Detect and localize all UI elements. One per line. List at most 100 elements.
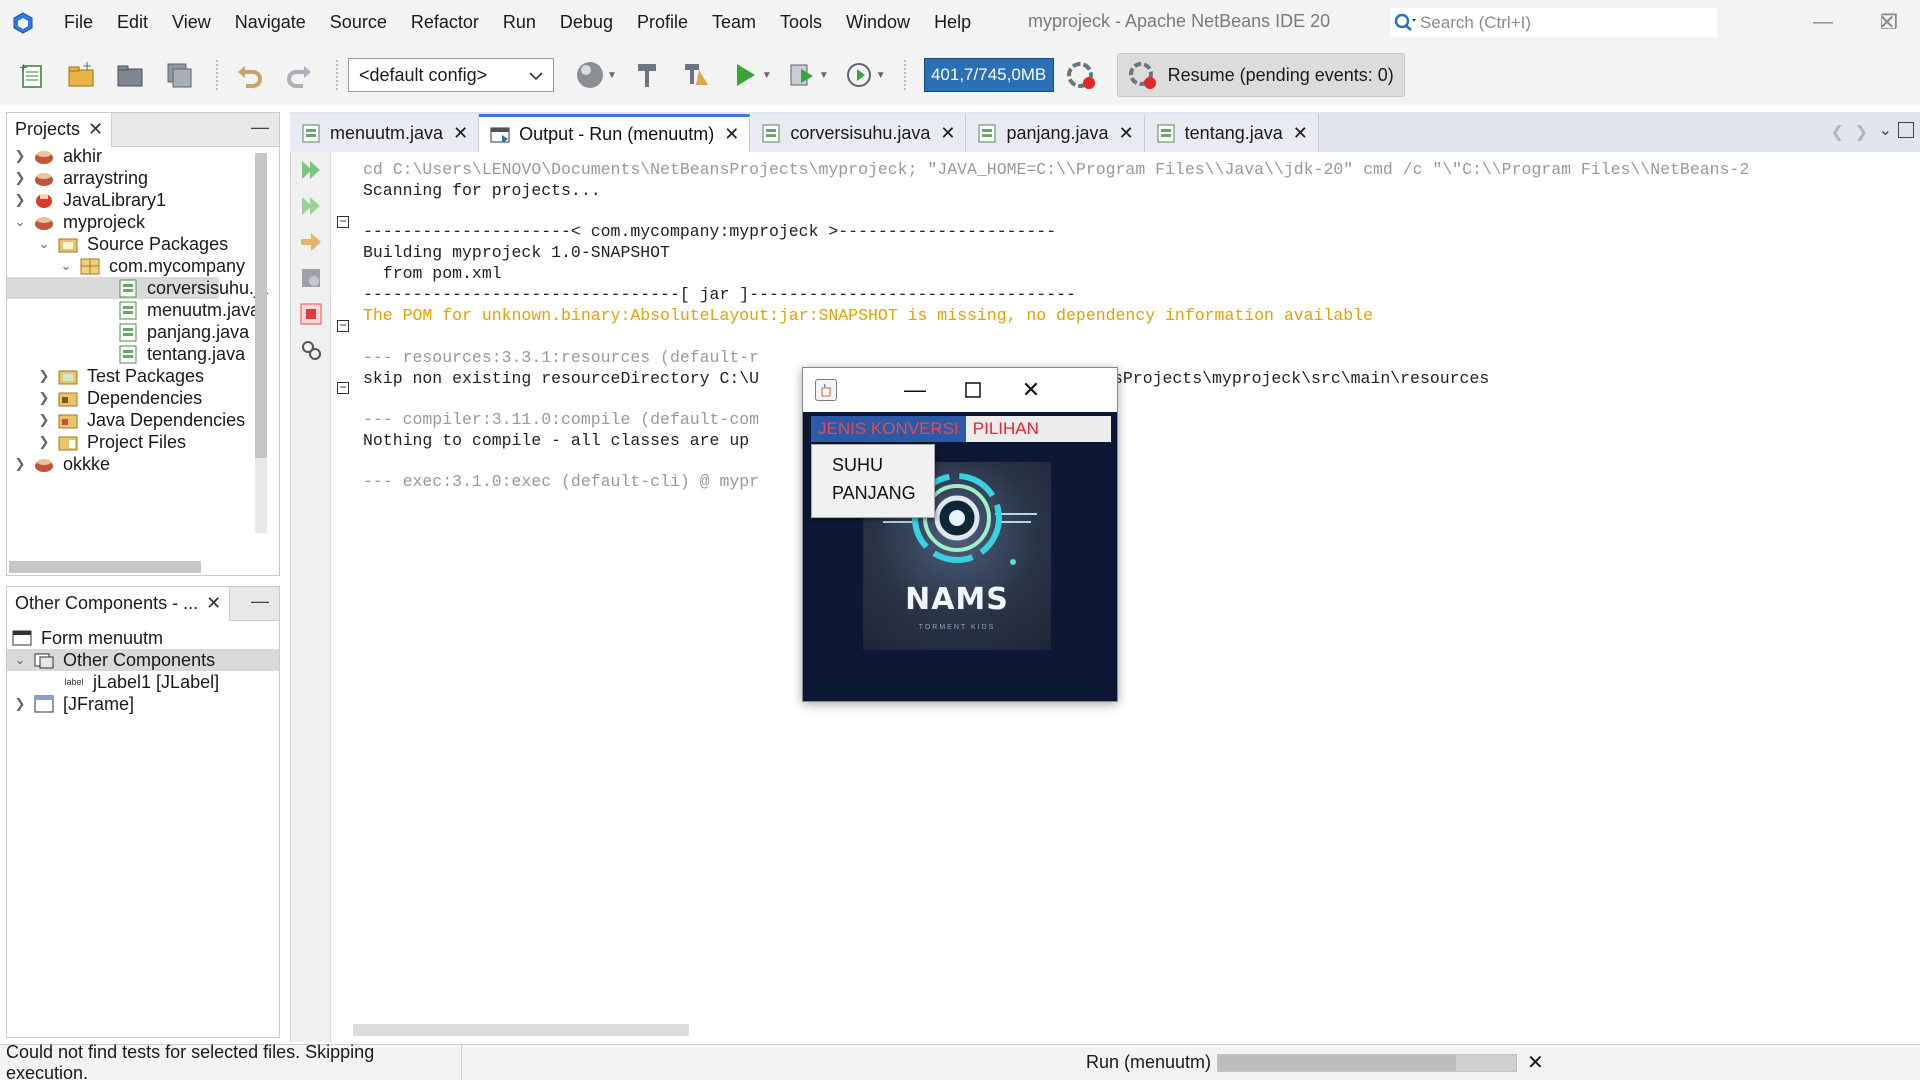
chevron-down-icon[interactable]: ⌄ bbox=[13, 214, 27, 230]
fold-toggle[interactable]: − bbox=[337, 215, 349, 228]
close-icon[interactable]: ✕ bbox=[206, 593, 221, 614]
menu-item-panjang[interactable]: PANJANG bbox=[812, 479, 934, 507]
tree-item-java-dependencies[interactable]: ❯ Java Dependencies bbox=[37, 409, 246, 431]
menu-profile[interactable]: Profile bbox=[625, 12, 700, 33]
menu-team[interactable]: Team bbox=[700, 12, 768, 33]
minimize-panel-icon[interactable]: — bbox=[251, 591, 269, 612]
fold-toggle[interactable]: − bbox=[337, 381, 349, 394]
menu-source[interactable]: Source bbox=[318, 12, 399, 33]
tab-tentang-java[interactable]: tentang.java ✕ bbox=[1144, 114, 1319, 152]
tree-item-jlabel1[interactable]: label jLabel1 [JLabel] bbox=[63, 671, 219, 693]
tree-item-test-packages[interactable]: ❯ Test Packages bbox=[37, 365, 205, 387]
tree-item-project-files[interactable]: ❯ Project Files bbox=[37, 431, 186, 453]
menu-file[interactable]: File bbox=[52, 12, 105, 33]
tree-item-source-packages[interactable]: ⌄ Source Packages bbox=[37, 233, 229, 255]
rerun-button[interactable] bbox=[297, 156, 325, 184]
chevron-right-icon[interactable]: ❯ bbox=[13, 148, 27, 164]
scrollbar-thumb[interactable] bbox=[255, 153, 267, 458]
tree-item-myprojeck[interactable]: ⌄ myprojeck bbox=[13, 211, 145, 233]
tree-item-menuutm[interactable]: menuutm.java bbox=[117, 299, 260, 321]
memory-meter[interactable]: 401,7/745,0MB bbox=[923, 58, 1054, 92]
profile-caret-icon[interactable]: ▼ bbox=[876, 70, 886, 81]
chevron-down-icon[interactable]: ⌄ bbox=[37, 236, 51, 252]
new-project-button[interactable]: + bbox=[59, 53, 103, 97]
tree-item-javalibrary1[interactable]: ❯ JavaLibrary1 bbox=[13, 189, 167, 211]
menu-window[interactable]: Window bbox=[834, 12, 922, 33]
menu-run[interactable]: Run bbox=[491, 12, 548, 33]
chevron-right-icon[interactable]: ❯ bbox=[37, 412, 51, 428]
close-icon[interactable]: ✕ bbox=[940, 123, 955, 144]
chevron-down-icon[interactable]: ⌄ bbox=[13, 652, 27, 668]
app-menu-pilihan[interactable]: PILIHAN bbox=[966, 416, 1046, 442]
tree-item-other-components[interactable]: ⌄ Other Components bbox=[7, 649, 279, 671]
close-icon[interactable]: ✕ bbox=[453, 123, 468, 144]
app-window-titlebar[interactable]: — ✕ bbox=[803, 368, 1117, 412]
undo-button[interactable] bbox=[228, 53, 272, 97]
settings-button[interactable] bbox=[297, 264, 325, 292]
cancel-task-icon[interactable]: ✕ bbox=[1527, 1050, 1544, 1075]
gc-button[interactable] bbox=[1060, 53, 1104, 97]
tab-corversisuhu-java[interactable]: corversisuhu.java ✕ bbox=[750, 114, 967, 152]
tab-other-components[interactable]: Other Components - ... ✕ bbox=[7, 586, 231, 621]
open-project-button[interactable] bbox=[108, 53, 152, 97]
vertical-scrollbar[interactable] bbox=[255, 153, 267, 533]
new-file-button[interactable]: + bbox=[10, 53, 54, 97]
redo-button[interactable] bbox=[277, 53, 321, 97]
menu-edit[interactable]: Edit bbox=[105, 12, 160, 33]
tree-item-tentang[interactable]: tentang.java bbox=[117, 343, 245, 365]
menu-view[interactable]: View bbox=[160, 12, 223, 33]
tab-panjang-java[interactable]: panjang.java ✕ bbox=[966, 114, 1145, 152]
chevron-down-icon[interactable]: ⌄ bbox=[59, 258, 73, 274]
app-minimize-button[interactable]: — bbox=[887, 368, 943, 412]
rerun-with-params-button[interactable] bbox=[297, 192, 325, 220]
horizontal-scrollbar[interactable] bbox=[9, 561, 201, 573]
menu-help[interactable]: Help bbox=[922, 12, 983, 33]
resume-build-button[interactable] bbox=[297, 228, 325, 256]
clean-build-button[interactable] bbox=[674, 53, 718, 97]
chevron-right-icon[interactable]: ❯ bbox=[37, 368, 51, 384]
stop-button[interactable] bbox=[297, 300, 325, 328]
menu-tools[interactable]: Tools bbox=[768, 12, 834, 33]
maximize-editor-icon[interactable] bbox=[1898, 122, 1914, 138]
config-dropdown[interactable]: <default config> bbox=[348, 58, 554, 92]
minimize-button[interactable]: — bbox=[1790, 0, 1856, 45]
minimize-panel-icon[interactable]: — bbox=[251, 117, 269, 138]
chevron-right-icon[interactable]: ❯ bbox=[37, 390, 51, 406]
search-icon[interactable] bbox=[1390, 8, 1420, 37]
tree-item-panjang[interactable]: panjang.java bbox=[117, 321, 249, 343]
menu-debug[interactable]: Debug bbox=[548, 12, 625, 33]
tab-list-chevron-icon[interactable]: ⌄ bbox=[1879, 120, 1892, 140]
status-run-label[interactable]: Run (menuutm) bbox=[1086, 1052, 1211, 1073]
tab-menuutm-java[interactable]: menuutm.java ✕ bbox=[290, 114, 480, 152]
close-icon[interactable]: ✕ bbox=[1119, 123, 1134, 144]
close-icon[interactable]: ✕ bbox=[724, 124, 739, 145]
scroll-tabs-left-icon[interactable]: ❮ bbox=[1831, 122, 1844, 142]
menu-refactor[interactable]: Refactor bbox=[399, 12, 491, 33]
build-output-options-button[interactable] bbox=[297, 336, 325, 364]
chevron-right-icon[interactable]: ❯ bbox=[13, 170, 27, 186]
tree-item-dependencies[interactable]: ❯ Dependencies bbox=[37, 387, 203, 409]
tree-item-arraystring[interactable]: ❯ arraystring bbox=[13, 167, 148, 189]
chevron-right-icon[interactable]: ❯ bbox=[13, 456, 27, 472]
chevron-right-icon[interactable]: ❯ bbox=[13, 192, 27, 208]
run-caret-icon[interactable]: ▼ bbox=[762, 70, 772, 81]
run-button[interactable] bbox=[723, 53, 767, 97]
menu-item-suhu[interactable]: SUHU bbox=[812, 451, 934, 479]
tree-item-form-menuutm[interactable]: Form menuutm bbox=[11, 627, 163, 649]
build-button[interactable] bbox=[625, 53, 669, 97]
chevron-right-icon[interactable]: ❯ bbox=[37, 434, 51, 450]
save-all-button[interactable] bbox=[157, 53, 201, 97]
resume-button[interactable]: Resume (pending events: 0) bbox=[1116, 53, 1405, 97]
browser-button[interactable] bbox=[568, 53, 612, 97]
tab-projects[interactable]: Projects ✕ bbox=[7, 112, 113, 147]
search-box[interactable] bbox=[1390, 8, 1717, 37]
app-close-button[interactable]: ✕ bbox=[1003, 368, 1059, 412]
close-icon[interactable]: ✕ bbox=[1293, 123, 1308, 144]
close-icon[interactable]: ✕ bbox=[88, 119, 103, 140]
horizontal-scrollbar[interactable] bbox=[353, 1024, 689, 1036]
tree-item-okkke[interactable]: ❯ okkke bbox=[13, 453, 110, 475]
fold-toggle[interactable]: − bbox=[337, 319, 349, 332]
chevron-right-icon[interactable]: ❯ bbox=[13, 696, 27, 712]
app-menu-jenis-konversi[interactable]: JENIS KONVERSI bbox=[811, 416, 966, 442]
tree-item-jframe[interactable]: ❯ [JFrame] bbox=[13, 693, 134, 715]
